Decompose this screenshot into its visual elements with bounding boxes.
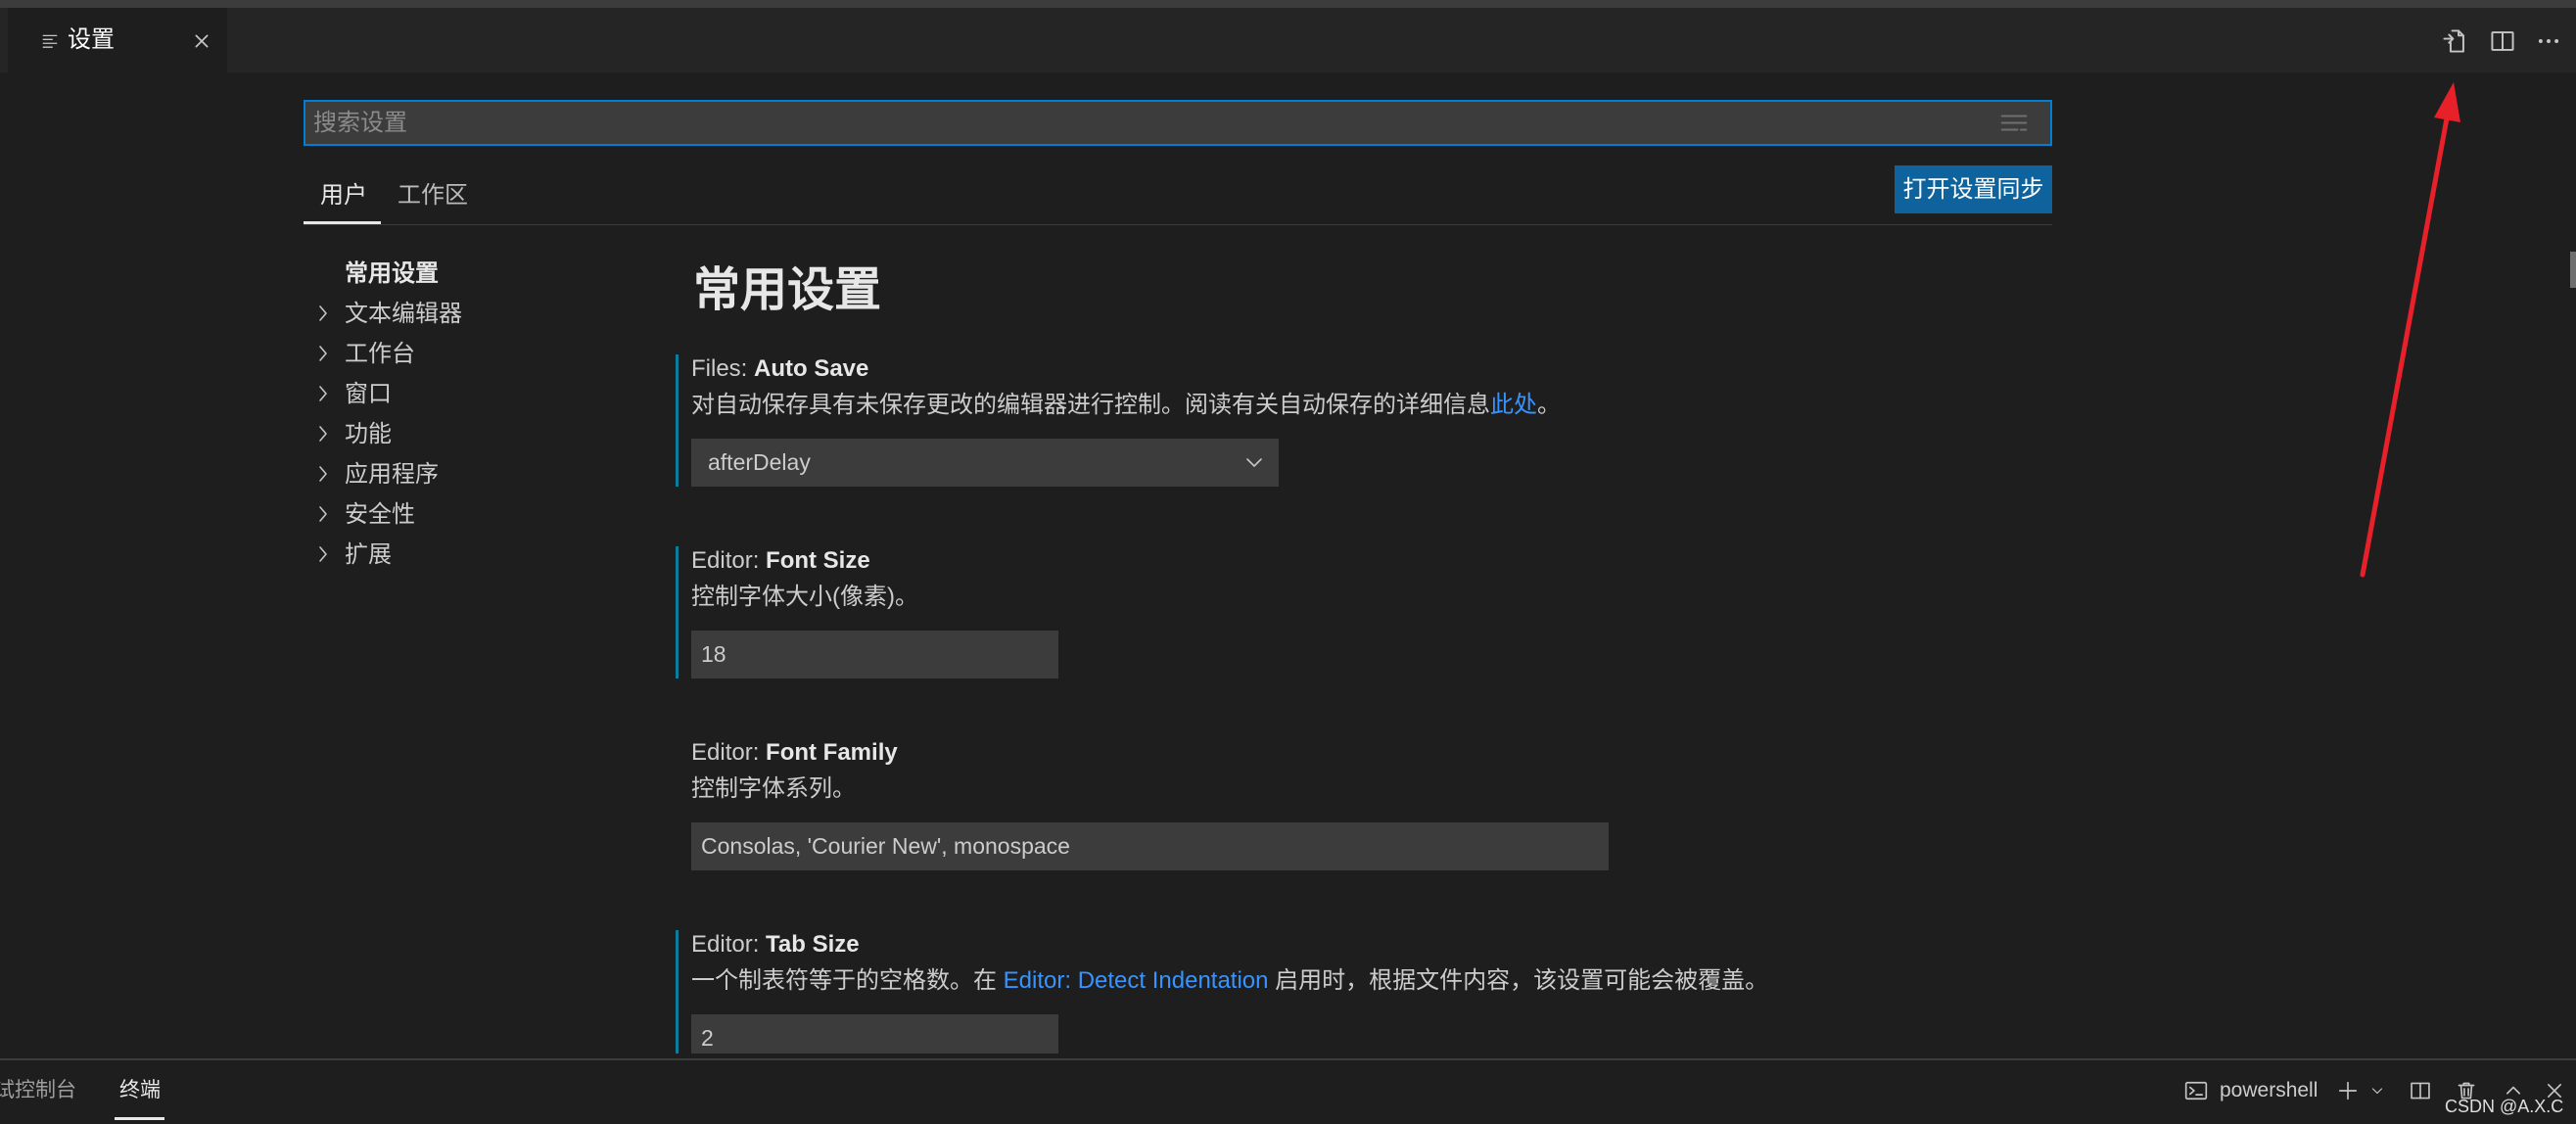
filter-icon[interactable]	[2000, 113, 2028, 133]
split-editor-button[interactable]	[2487, 25, 2518, 57]
section-title: 常用设置	[693, 264, 882, 316]
active-panel-tab-underline	[115, 1117, 164, 1120]
scrollbar-thumb[interactable]	[2570, 252, 2576, 288]
setting-title: Editor: Font Family	[691, 738, 898, 768]
toc-item-application[interactable]: 应用程序	[313, 454, 646, 494]
close-icon[interactable]	[192, 31, 211, 51]
chevron-right-icon	[319, 546, 327, 562]
modified-indicator	[676, 930, 679, 1054]
setting-category: Files:	[691, 355, 755, 382]
panel-tab-terminal[interactable]: 终端	[119, 1071, 161, 1110]
search-input[interactable]	[305, 102, 1970, 144]
setting-name: Auto Save	[754, 355, 869, 382]
tab-title: 设置	[68, 26, 115, 53]
toc-item-label: 安全性	[345, 501, 415, 528]
chevron-right-icon	[319, 466, 327, 482]
toc-item-label: 扩展	[345, 541, 392, 568]
toc-item-commonly-used[interactable]: 常用设置	[313, 254, 646, 294]
chevron-down-icon[interactable]	[2369, 1083, 2385, 1099]
title-bar-edge	[0, 0, 2576, 8]
setting-description: 对自动保存具有未保存更改的编辑器进行控制。阅读有关自动保存的详细信息此处。	[691, 391, 1561, 420]
chevron-right-icon	[319, 305, 327, 321]
learn-more-link[interactable]: 此处	[1490, 392, 1537, 418]
font-family-input[interactable]	[691, 822, 1609, 870]
auto-save-select[interactable]: afterDelay	[691, 439, 1279, 487]
plus-icon[interactable]	[2337, 1080, 2359, 1101]
setting-name: Font Size	[766, 547, 870, 574]
setting-description: 控制字体系列。	[691, 775, 856, 802]
modified-indicator	[676, 354, 679, 487]
setting-category: Editor:	[691, 739, 767, 766]
toc-item-label: 功能	[345, 421, 392, 447]
description-end: 。	[1537, 392, 1561, 418]
select-value: afterDelay	[708, 449, 811, 475]
list-icon	[42, 34, 58, 48]
tab-user[interactable]: 用户	[320, 176, 367, 215]
description-text: 对自动保存具有未保存更改的编辑器进行控制。阅读有关自动保存的详细信息	[691, 392, 1490, 418]
toc-item-workbench[interactable]: 工作台	[313, 334, 646, 374]
setting-category: Editor:	[691, 931, 767, 958]
toc-item-label: 常用设置	[345, 260, 439, 287]
setting-title: Editor: Tab Size	[691, 930, 860, 960]
open-settings-json-icon	[2443, 29, 2464, 53]
open-settings-json-button[interactable]	[2439, 25, 2470, 57]
split-terminal-icon[interactable]	[2410, 1080, 2431, 1101]
setting-name: Tab Size	[766, 931, 860, 958]
split-editor-icon	[2491, 31, 2514, 51]
toc-item-label: 文本编辑器	[345, 301, 462, 327]
search-settings-box	[304, 100, 2052, 146]
setting-description: 一个制表符等于的空格数。在 Editor: Detect Indentation…	[691, 966, 1768, 996]
modified-indicator	[676, 546, 679, 679]
tab-workspace[interactable]: 工作区	[398, 176, 468, 215]
setting-title: Files: Auto Save	[691, 354, 868, 384]
toc-item-label: 工作台	[345, 341, 415, 367]
description-text: 一个制表符等于的空格数。在	[691, 967, 1004, 994]
terminal-icon[interactable]	[2183, 1080, 2209, 1101]
tab-settings[interactable]: 设置	[8, 8, 227, 72]
setting-editor-font-size: Editor: Font Size 控制字体大小(像素)。	[676, 546, 2066, 738]
chevron-right-icon	[319, 426, 327, 442]
chevron-right-icon	[319, 386, 327, 401]
toc-item-extensions[interactable]: 扩展	[313, 535, 646, 575]
settings-toc: 常用设置 文本编辑器 工作台 窗口 功能 应用程序 安全性 扩展	[313, 254, 646, 575]
more-actions-icon	[2538, 39, 2559, 43]
terminal-name[interactable]: powershell	[2220, 1071, 2318, 1110]
setting-files-auto-save: Files: Auto Save 对自动保存具有未保存更改的编辑器进行控制。阅读…	[676, 354, 2066, 546]
toc-item-features[interactable]: 功能	[313, 414, 646, 454]
tabs-divider	[304, 224, 2052, 225]
setting-category: Editor:	[691, 547, 767, 574]
setting-description: 控制字体大小(像素)。	[691, 584, 918, 610]
panel-border	[0, 1058, 2576, 1060]
bottom-panel: 试控制台 终端 powershell CSDN @A.X.C	[0, 1058, 2576, 1124]
chevron-right-icon	[319, 346, 327, 361]
toc-item-label: 应用程序	[345, 461, 439, 488]
description-end: 启用时，根据文件内容，该设置可能会被覆盖。	[1268, 967, 1769, 994]
more-actions-button[interactable]	[2533, 25, 2564, 57]
detect-indentation-link[interactable]: Editor: Detect Indentation	[1004, 967, 1269, 994]
tab-size-input[interactable]	[691, 1014, 1058, 1054]
chevron-right-icon	[319, 506, 327, 522]
settings-list: Files: Auto Save 对自动保存具有未保存更改的编辑器进行控制。阅读…	[676, 354, 2066, 1054]
setting-editor-font-family: Editor: Font Family 控制字体系列。	[676, 738, 2066, 930]
watermark: CSDN @A.X.C	[2445, 1097, 2564, 1116]
font-size-input[interactable]	[691, 631, 1058, 679]
setting-title: Editor: Font Size	[691, 546, 870, 576]
chevron-down-icon	[1246, 458, 1262, 467]
setting-editor-tab-size: Editor: Tab Size 一个制表符等于的空格数。在 Editor: D…	[676, 930, 2066, 1054]
toc-item-security[interactable]: 安全性	[313, 494, 646, 535]
toc-item-label: 窗口	[345, 381, 392, 407]
toc-item-text-editor[interactable]: 文本编辑器	[313, 294, 646, 334]
panel-tab-debug-console[interactable]: 试控制台	[0, 1071, 76, 1110]
setting-name: Font Family	[766, 739, 898, 766]
turn-on-settings-sync-button[interactable]: 打开设置同步	[1895, 165, 2052, 213]
toc-item-window[interactable]: 窗口	[313, 374, 646, 414]
editor-tab-bar: 设置	[0, 8, 2576, 72]
